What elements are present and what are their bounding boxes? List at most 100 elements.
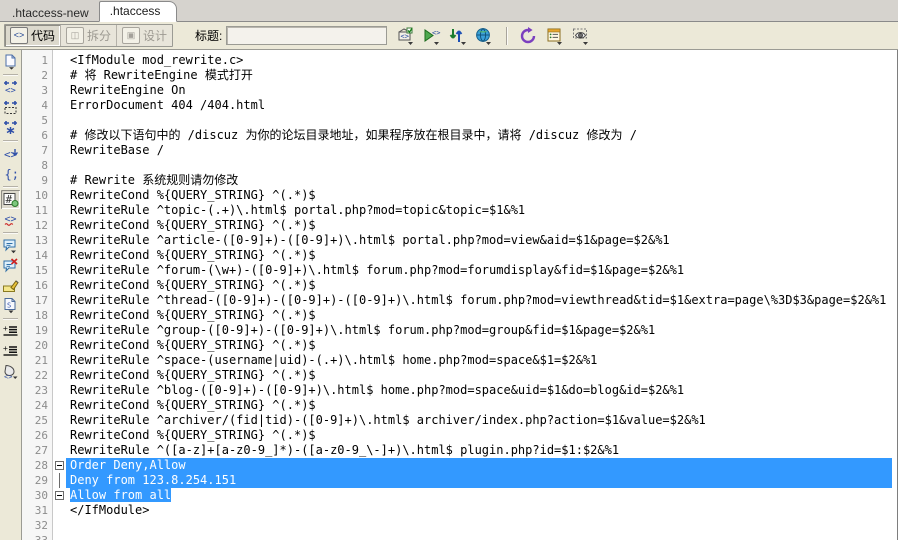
apply-comment-icon[interactable]: [1, 236, 20, 255]
vertical-scrollbar[interactable]: [892, 50, 898, 540]
file-management-icon[interactable]: <>: [396, 26, 416, 46]
code-line[interactable]: RewriteCond %{QUERY_STRING} ^(.*)$: [66, 428, 892, 443]
outdent-code-icon[interactable]: +: [1, 342, 20, 361]
tab-label: .htaccess-new: [12, 6, 89, 20]
svg-text:#: #: [6, 193, 13, 206]
indent-code-icon[interactable]: +: [1, 322, 20, 341]
code-line[interactable]: # 将 RewriteEngine 模式打开: [66, 68, 892, 83]
fold-collapse-icon[interactable]: [55, 491, 64, 500]
code-line[interactable]: RewriteCond %{QUERY_STRING} ^(.*)$: [66, 278, 892, 293]
code-line[interactable]: Deny from 123.8.254.151: [66, 473, 892, 488]
visual-aids-globe-icon[interactable]: [474, 26, 494, 46]
remove-comment-icon[interactable]: [1, 256, 20, 275]
fold-slot: [53, 518, 66, 533]
code-line[interactable]: RewriteEngine On: [66, 83, 892, 98]
fold-slot: [53, 188, 66, 203]
code-line[interactable]: [66, 158, 892, 173]
code-line[interactable]: <IfModule mod_rewrite.c>: [66, 53, 892, 68]
fold-slot: [53, 353, 66, 368]
live-view-icon[interactable]: [571, 26, 591, 46]
code-line[interactable]: RewriteRule ^blog-([0-9]+)-([0-9]+)\.htm…: [66, 383, 892, 398]
code-text-area[interactable]: <IfModule mod_rewrite.c> # 将 RewriteEngin…: [66, 50, 892, 540]
fold-slot: [53, 113, 66, 128]
line-number: 10: [34, 189, 48, 202]
svg-text:+: +: [3, 344, 8, 353]
code-line[interactable]: RewriteRule ^topic-(.+)\.html$ portal.ph…: [66, 203, 892, 218]
view-options-icon[interactable]: [545, 26, 565, 46]
line-number: 27: [34, 444, 48, 457]
fold-stem: [59, 473, 60, 488]
code-line[interactable]: [66, 533, 892, 540]
code-line[interactable]: RewriteRule ^space-(username|uid)-(.+)\.…: [66, 353, 892, 368]
code-fold-column[interactable]: [53, 50, 66, 540]
code-line[interactable]: RewriteRule ^archiver/(fid|tid)-([0-9]+)…: [66, 413, 892, 428]
code-line[interactable]: Order Deny,Allow: [66, 458, 892, 473]
code-line[interactable]: RewriteRule ^forum-(\w+)-([0-9]+)\.html$…: [66, 263, 892, 278]
rail-separator: [3, 140, 18, 141]
balance-braces-icon[interactable]: {;}: [1, 164, 20, 183]
line-number: 28: [34, 459, 48, 472]
fold-collapse-icon[interactable]: [55, 461, 64, 470]
wrap-tag-icon[interactable]: [1, 276, 20, 295]
refresh-design-view-icon[interactable]: [519, 26, 539, 46]
code-line[interactable]: RewriteRule ^article-([0-9]+)-([0-9]+)\.…: [66, 233, 892, 248]
fold-slot[interactable]: [53, 488, 66, 503]
collapse-selection-icon[interactable]: [1, 118, 20, 137]
code-line[interactable]: RewriteCond %{QUERY_STRING} ^(.*)$: [66, 248, 892, 263]
code-line[interactable]: Allow from all: [66, 488, 892, 503]
code-line[interactable]: RewriteCond %{QUERY_STRING} ^(.*)$: [66, 218, 892, 233]
fold-slot[interactable]: [53, 458, 66, 473]
document-tab-htaccess[interactable]: .htaccess: [98, 1, 178, 22]
view-mode-code-button[interactable]: <> 代码: [5, 25, 62, 46]
line-number: 11: [34, 204, 48, 217]
code-line[interactable]: [66, 113, 892, 128]
coding-toolbar: <> <> {; # <> S + + <>: [0, 50, 22, 540]
code-icon: <>: [10, 27, 28, 44]
fold-slot: [53, 428, 66, 443]
view-mode-design-button[interactable]: ▣ 设计: [117, 25, 172, 46]
code-line[interactable]: RewriteCond %{QUERY_STRING} ^(.*)$: [66, 308, 892, 323]
code-line[interactable]: # Rewrite 系统规则请勿修改: [66, 173, 892, 188]
document-tab-htaccess-new[interactable]: .htaccess-new: [4, 4, 99, 22]
line-numbers-icon[interactable]: #: [1, 190, 20, 209]
line-number: 9: [41, 174, 48, 187]
code-line[interactable]: RewriteCond %{QUERY_STRING} ^(.*)$: [66, 398, 892, 413]
code-line[interactable]: RewriteCond %{QUERY_STRING} ^(.*)$: [66, 368, 892, 383]
fold-slot: [53, 203, 66, 218]
line-number: 25: [34, 414, 48, 427]
line-number: 26: [34, 429, 48, 442]
rail-separator: [3, 318, 18, 319]
expand-all-icon[interactable]: <>: [1, 144, 20, 163]
line-number: 3: [41, 84, 48, 97]
fold-slot: [53, 68, 66, 83]
code-line[interactable]: [66, 518, 892, 533]
code-line[interactable]: RewriteCond %{QUERY_STRING} ^(.*)$: [66, 188, 892, 203]
quick-tag-edit-icon[interactable]: <>: [1, 78, 20, 97]
code-line[interactable]: RewriteRule ^([a-z]+[a-z0-9_]*)-([a-z0-9…: [66, 443, 892, 458]
code-view[interactable]: 1 2 3 4 5 6 7 8 9 10 11 12 13 14 15 16 17 18 19 20 21 22 23 24 2…: [22, 50, 892, 540]
title-input[interactable]: [226, 26, 388, 45]
rail-separator: [3, 232, 18, 233]
fold-slot: [53, 158, 66, 173]
svg-text:<>: <>: [5, 86, 16, 96]
view-mode-split-button[interactable]: ◫ 拆分: [61, 25, 118, 46]
fold-slot: [53, 533, 66, 540]
highlight-invalid-code-icon[interactable]: <>: [1, 210, 20, 229]
rail-separator: [3, 186, 18, 187]
code-line[interactable]: RewriteRule ^group-([0-9]+)-([0-9]+)\.ht…: [66, 323, 892, 338]
code-line[interactable]: </IfModule>: [66, 503, 892, 518]
preview-in-browser-icon[interactable]: <>: [422, 26, 442, 46]
line-number: 21: [34, 354, 48, 367]
recent-snippets-icon[interactable]: S: [1, 296, 20, 315]
code-line[interactable]: # 修改以下语句中的 /discuz 为你的论坛目录地址，如果程序放在根目录中，…: [66, 128, 892, 143]
line-number: 32: [34, 519, 48, 532]
line-number: 15: [34, 264, 48, 277]
file-transfer-icon[interactable]: [448, 26, 468, 46]
code-line[interactable]: ErrorDocument 404 /404.html: [66, 98, 892, 113]
selection-wrap-icon[interactable]: [1, 98, 20, 117]
code-line[interactable]: RewriteBase /: [66, 143, 892, 158]
code-line[interactable]: RewriteRule ^thread-([0-9]+)-([0-9]+)-([…: [66, 293, 892, 308]
code-line[interactable]: RewriteCond %{QUERY_STRING} ^(.*)$: [66, 338, 892, 353]
format-source-code-icon[interactable]: <>: [1, 362, 20, 381]
common-insert-icon[interactable]: [1, 52, 20, 71]
